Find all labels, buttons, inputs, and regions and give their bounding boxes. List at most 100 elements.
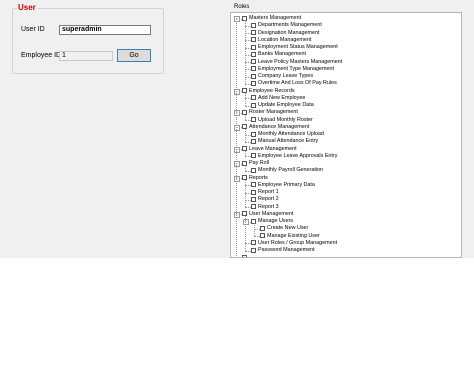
role-label: Attendance Management [249,123,310,130]
role-label: Reports [249,174,268,181]
role-label: Manage Existing User [267,232,320,239]
role-checkbox[interactable] [251,73,256,79]
role-checkbox[interactable] [251,131,256,137]
tree-node[interactable]: Employment Status Management [231,44,461,51]
role-checkbox[interactable] [251,182,256,188]
role-checkbox[interactable] [251,204,256,210]
role-checkbox[interactable] [251,80,256,86]
role-checkbox[interactable] [260,225,265,231]
employee-id-label: Employee ID [21,52,62,59]
role-label: Manage Users [258,218,294,224]
tree-node[interactable]: Designation Management [231,30,461,37]
role-checkbox[interactable] [251,102,256,108]
tree-node[interactable]: − User Management [231,211,461,218]
tree-node[interactable]: Upload Monthly Roster [231,117,461,124]
role-label: Upload Monthly Roster [258,116,313,123]
roles-label: Roles [234,4,250,10]
tree-node[interactable]: − Pay Roll [231,160,461,168]
role-label: Designation Management [258,29,320,36]
tree-node[interactable]: Employee Leave Approvals Entry [231,153,461,160]
tree-node[interactable]: Employment Type Management [231,66,461,73]
role-label: User Management [249,210,294,217]
role-checkbox[interactable] [251,44,256,50]
tree-line [245,165,246,171]
role-label: Overtime And Loss Of Pay Rules [258,80,337,87]
role-label: Employment Type Management [258,65,335,72]
tree-line [245,20,246,84]
user-roles-form: User User ID superadmin Employee ID 1 Go… [0,0,474,258]
role-checkbox[interactable] [251,59,256,65]
tree-node[interactable]: Update Employee Data [231,102,461,109]
role-label: Masters Management [249,15,302,21]
tree-node[interactable]: Create New User [231,225,461,232]
role-checkbox[interactable] [251,66,256,72]
tree-node[interactable]: − Masters Management [231,15,461,23]
tree-node[interactable] [231,254,461,257]
role-label: Manual Attendance Entry [258,138,319,145]
tree-node[interactable]: Overtime And Loss Of Pay Rules [231,80,461,87]
role-checkbox[interactable] [251,51,256,57]
tree-node[interactable]: − Manage Users [231,218,461,226]
role-label: Leave Policy Masters Management [258,58,343,65]
roles-tree[interactable]: − Masters Management Departments Managemen… [230,12,462,258]
role-checkbox[interactable] [251,138,256,144]
user-groupbox: User User ID superadmin Employee ID 1 Go [12,3,164,74]
tree-node[interactable]: Company Leave Types [231,73,461,80]
role-checkbox[interactable] [251,167,256,173]
role-label: Company Leave Types [258,73,314,79]
role-label: Report 2 [258,196,279,203]
tree-line [245,114,246,121]
tree-node[interactable]: Employee Primary Data [231,182,461,189]
tree-node[interactable]: Monthly Attendance Upload [231,131,461,138]
tree-node[interactable]: Report 2 [231,196,461,203]
role-label: Employee Records [249,87,295,94]
user-group-legend: User [17,3,37,12]
tree-node[interactable]: Leave Policy Masters Management [231,59,461,66]
tree-node[interactable]: − Attendance Management [231,124,461,131]
role-label: Leave Management [249,145,297,152]
role-checkbox[interactable] [251,30,256,36]
tree-line [236,18,237,257]
tree-node[interactable]: − Leave Management [231,146,461,153]
tree-node[interactable]: Location Management [231,37,461,44]
role-label: Monthly Payroll Generation [258,167,324,174]
tree-node[interactable]: Add New Employee [231,95,461,102]
tree-node[interactable]: Banks Management [231,51,461,58]
tree-node[interactable]: Report 3 [231,204,461,211]
roles-panel: Roles − Masters Management Departments Man… [230,4,462,258]
go-button[interactable]: Go [117,49,151,62]
tree-node[interactable]: User Roles / Group Management [231,240,461,247]
tree-node[interactable]: − Reports [231,175,461,182]
role-label: Update Employee Data [258,102,314,108]
tree-node[interactable]: Report 1 [231,189,461,196]
role-label: Employment Status Management [258,44,338,50]
role-checkbox[interactable] [251,196,256,202]
role-checkbox[interactable] [251,240,256,246]
tree-line [245,150,246,157]
tree-node[interactable]: Departments Management [231,22,461,29]
role-checkbox[interactable] [251,22,256,28]
role-checkbox[interactable] [251,37,256,43]
tree-node[interactable]: Password Management [231,247,461,254]
tree-line [254,223,255,237]
role-checkbox[interactable] [251,117,256,123]
user-id-input[interactable]: superadmin [59,25,151,35]
tree-node[interactable]: Manual Attendance Entry [231,138,461,145]
tree-line [245,92,246,106]
role-label: Create New User [267,225,309,232]
employee-id-field: 1 [59,51,113,61]
tree-line [245,179,246,208]
role-checkbox[interactable] [251,153,256,159]
tree-node[interactable]: − Roster Management [231,109,461,117]
tree-node[interactable]: Monthly Payroll Generation [231,167,461,174]
role-checkbox[interactable] [251,189,256,195]
role-label: Pay Roll [249,160,270,166]
tree-node[interactable]: Manage Existing User [231,233,461,240]
role-checkbox[interactable] [260,233,265,239]
role-checkbox[interactable] [242,254,247,257]
tree-node[interactable]: − Employee Records [231,88,461,95]
role-checkbox[interactable] [251,95,256,101]
role-checkbox[interactable] [251,247,256,253]
role-label: Report 3 [258,203,279,210]
role-label: Report 1 [258,189,279,195]
